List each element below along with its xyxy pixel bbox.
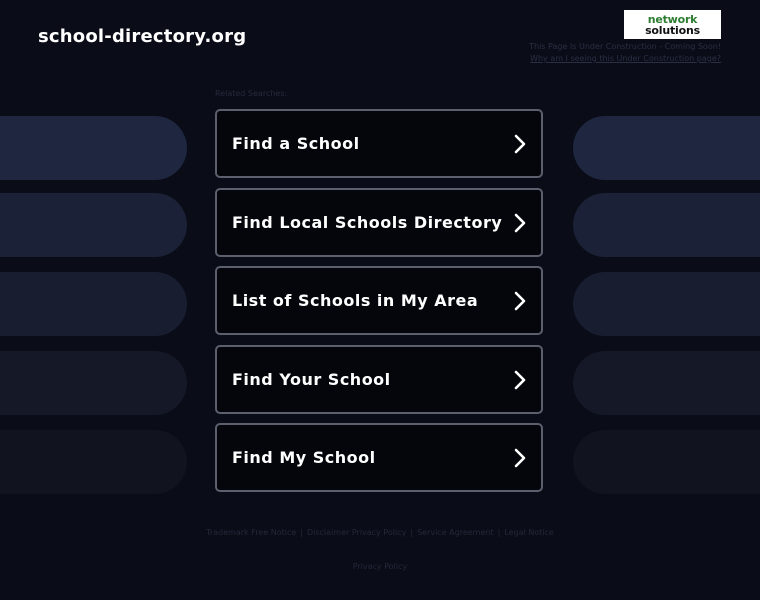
search-link-find-your-school[interactable]: Find Your School [215,345,543,414]
decorative-pill-left [0,430,187,494]
search-link-find-my-school[interactable]: Find My School [215,423,543,492]
decorative-pill-left [0,351,187,415]
decorative-pill-left [0,272,187,336]
construction-info-link[interactable]: Why am I seeing this Under Construction … [530,54,721,63]
decorative-pill-right [573,116,760,180]
footer-separator: | [497,528,501,537]
footer-link[interactable]: Trademark Free Notice [206,528,296,537]
decorative-pill-right [573,351,760,415]
search-link-label: Find a School [232,134,360,153]
chevron-right-icon [514,370,526,389]
search-link-find-a-school[interactable]: Find a School [215,109,543,178]
search-link-label: Find My School [232,448,376,467]
footer-link[interactable]: Service Agreement [417,528,494,537]
domain-title: school-directory.org [38,26,247,47]
logo-line-1: network [647,12,698,26]
search-link-label: Find Local Schools Directory [232,213,503,232]
logo-line-2: solutions [645,23,700,37]
privacy-policy-link[interactable]: Privacy Policy [0,562,760,571]
chevron-right-icon [514,291,526,310]
related-searches-heading: Related Searches: [215,89,288,98]
page: school-directory.org network solutions T… [0,0,760,600]
footer-link[interactable]: Disclaimer Privacy Policy [307,528,406,537]
decorative-pill-left [0,193,187,257]
chevron-right-icon [514,213,526,232]
footer-link[interactable]: Legal Notice [504,528,554,537]
search-link-list-of-schools-in-my-area[interactable]: List of Schools in My Area [215,266,543,335]
decorative-pill-right [573,272,760,336]
footer-separator: | [410,528,414,537]
construction-notice: This Page Is Under Construction - Coming… [529,42,721,51]
footer-links: Trademark Free Notice | Disclaimer Privacy… [0,528,760,537]
footer-separator: | [300,528,303,537]
chevron-right-icon [514,134,526,153]
decorative-pill-right [573,193,760,257]
decorative-pill-right [573,430,760,494]
search-link-label: Find Your School [232,370,391,389]
network-solutions-logo[interactable]: network solutions [624,10,721,39]
decorative-pill-left [0,116,187,180]
search-link-find-local-schools-directory[interactable]: Find Local Schools Directory [215,188,543,257]
search-link-label: List of Schools in My Area [232,291,479,310]
chevron-right-icon [514,448,526,467]
